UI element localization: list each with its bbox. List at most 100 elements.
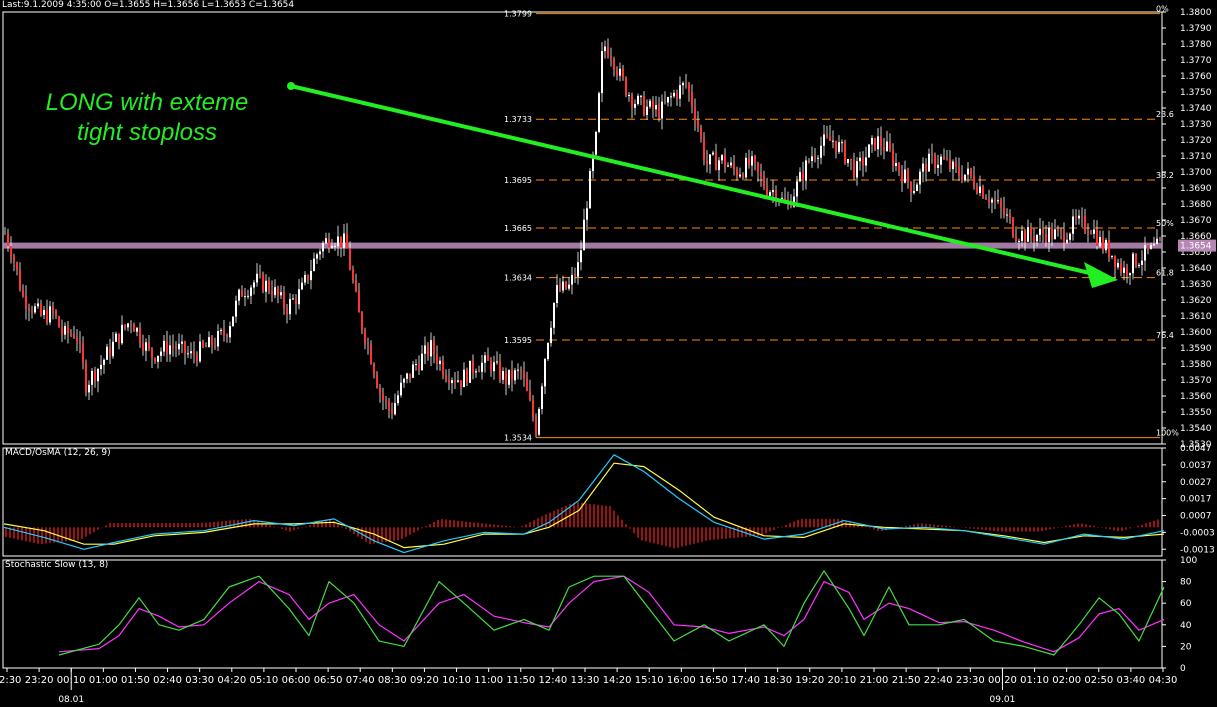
candle-body [964,174,966,181]
price-tick-label: 1.3640 [1180,264,1212,274]
candle-body [160,351,162,356]
trend-arrow-start [287,82,295,90]
candle-body [583,219,585,251]
candle-body [361,312,363,331]
candle-body [634,103,636,108]
candle-body [466,369,468,383]
candle-body [409,373,411,378]
candle-body [277,287,279,296]
candle-body [91,370,93,385]
time-tick-label: 04:30 [1149,675,1178,686]
candle-body [799,172,801,182]
time-tick-label: 03:30 [185,675,214,686]
candle-body [1033,236,1035,242]
candle-body [145,342,147,351]
candle-body [223,329,225,336]
candle-body [106,346,108,360]
candle-body [1075,216,1077,219]
candle-body [748,157,750,166]
candle-body [703,137,705,161]
candle-body [49,306,51,323]
candle-body [688,83,690,93]
candle-body [1129,273,1131,276]
candle-body [301,282,303,290]
candle-body [7,233,9,247]
candle-body [349,248,351,270]
time-tick-label: 12:40 [538,675,567,686]
candle-body [94,370,96,382]
candle-body [901,171,903,183]
stochastic-title: Stochastic Slow (13, 8) [5,560,108,570]
candle-body [1090,233,1092,235]
candle-body [52,306,54,311]
candle-body [46,309,48,323]
macd-tick-label: -0.0003 [1180,528,1215,538]
candle-body [751,156,753,166]
candle-body [334,246,336,248]
candle-body [148,342,150,349]
price-tick-label: 1.3800 [1180,8,1212,18]
candle-body [196,355,198,362]
candle-body [988,199,990,203]
price-tick-label: 1.3790 [1180,24,1212,34]
candle-body [109,346,111,357]
candle-body [622,68,624,78]
time-tick-label: 16:00 [667,675,696,686]
candle-body [1096,229,1098,247]
time-tick-label: 08:30 [378,675,407,686]
candle-body [760,171,762,177]
candle-body [265,280,267,292]
candle-body [1114,255,1116,268]
candle-body [355,280,357,291]
candle-body [88,384,90,393]
candle-body [514,370,516,381]
candle-body [925,163,927,172]
stoch-tick-label: 80 [1180,578,1192,588]
fib-price-label: 1.3695 [504,176,532,185]
candle-body [79,341,81,344]
candle-body [841,142,843,144]
candle-body [268,280,270,291]
macd-panel [2,447,1163,557]
time-tick-label: 20:10 [827,675,856,686]
candle-body [673,93,675,97]
fib-price-label: 1.3665 [504,224,532,233]
candle-body [244,296,246,298]
candle-body [742,174,744,178]
candle-body [682,82,684,86]
date-label: 09.01 [990,695,1016,705]
candle-body [613,59,615,70]
candle-body [1009,214,1011,219]
candle-body [373,363,375,375]
candle-body [685,82,687,84]
candle-body [697,120,699,128]
candle-body [313,258,315,271]
candle-body [211,337,213,347]
candle-body [496,361,498,363]
candle-body [484,355,486,363]
time-tick-label: 18:30 [763,675,792,686]
candle-body [505,371,507,385]
candle-body [232,316,234,327]
candle-body [994,199,996,202]
stoch-tick-label: 100 [1180,556,1197,566]
candle-body [826,134,828,137]
candle-body [1117,262,1119,268]
fib-price-label: 1.3595 [504,336,532,345]
candle-body [172,345,174,347]
candle-body [1120,262,1122,273]
current-price-label: 1.3654 [1180,242,1212,252]
stochastic-panel [2,559,1163,669]
candle-body [823,134,825,146]
candle-body [169,345,171,355]
candle-body [709,154,711,165]
candle-body [376,374,378,388]
candle-body [601,51,603,94]
candle-body [898,163,900,172]
candle-body [544,359,546,387]
candle-body [1108,240,1110,258]
price-tick-label: 1.3750 [1180,88,1212,98]
price-tick-label: 1.3760 [1180,72,1212,82]
candle-body [241,289,243,297]
candle-body [238,289,240,301]
